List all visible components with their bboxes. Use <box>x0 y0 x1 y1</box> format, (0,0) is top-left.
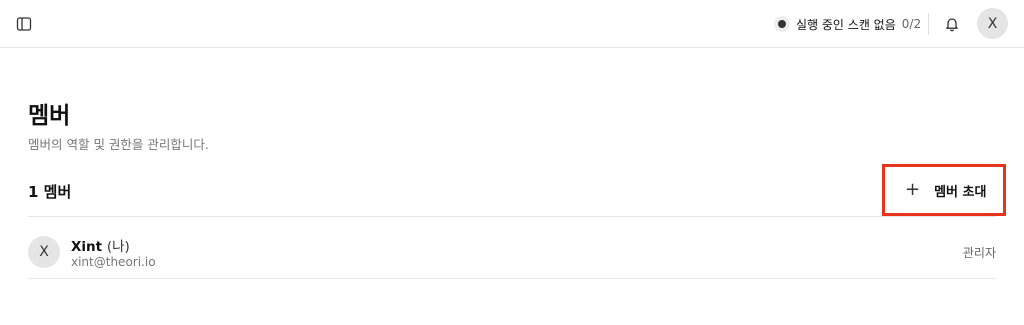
sidebar-toggle-icon <box>16 17 32 31</box>
top-bar: 실행 중인 스캔 없음 0/2 X <box>0 0 1024 48</box>
list-divider-bottom <box>28 278 996 279</box>
topbar-divider <box>928 13 929 35</box>
member-email: xint@theori.io <box>71 255 156 269</box>
member-name-text: Xint <box>71 239 103 255</box>
member-role[interactable]: 관리자 <box>963 244 996 261</box>
invite-member-button[interactable]: + 멤버 초대 <box>882 164 1006 216</box>
scan-status-count: 0/2 <box>901 17 922 31</box>
sidebar-toggle-button[interactable] <box>14 14 34 34</box>
notifications-button[interactable] <box>942 14 962 34</box>
status-dot-icon <box>774 16 790 32</box>
scan-status-text: 실행 중인 스캔 없음 <box>796 17 896 32</box>
scan-status-indicator[interactable]: 실행 중인 스캔 없음 0/2 <box>774 13 921 35</box>
member-avatar: X <box>28 236 60 268</box>
member-you-tag: (나) <box>106 239 130 255</box>
invite-member-label: 멤버 초대 <box>934 184 987 200</box>
member-count-label: 1 멤버 <box>28 183 72 201</box>
bell-icon <box>946 18 958 32</box>
plus-icon: + <box>905 179 921 200</box>
member-name: Xint (나) <box>71 235 130 255</box>
member-row: X Xint (나) xint@theori.io 관리자 <box>28 217 996 278</box>
page-subtitle: 멤버의 역할 및 권한을 관리합니다. <box>28 137 209 152</box>
user-avatar[interactable]: X <box>977 8 1008 39</box>
page-title: 멤버 <box>28 103 71 129</box>
